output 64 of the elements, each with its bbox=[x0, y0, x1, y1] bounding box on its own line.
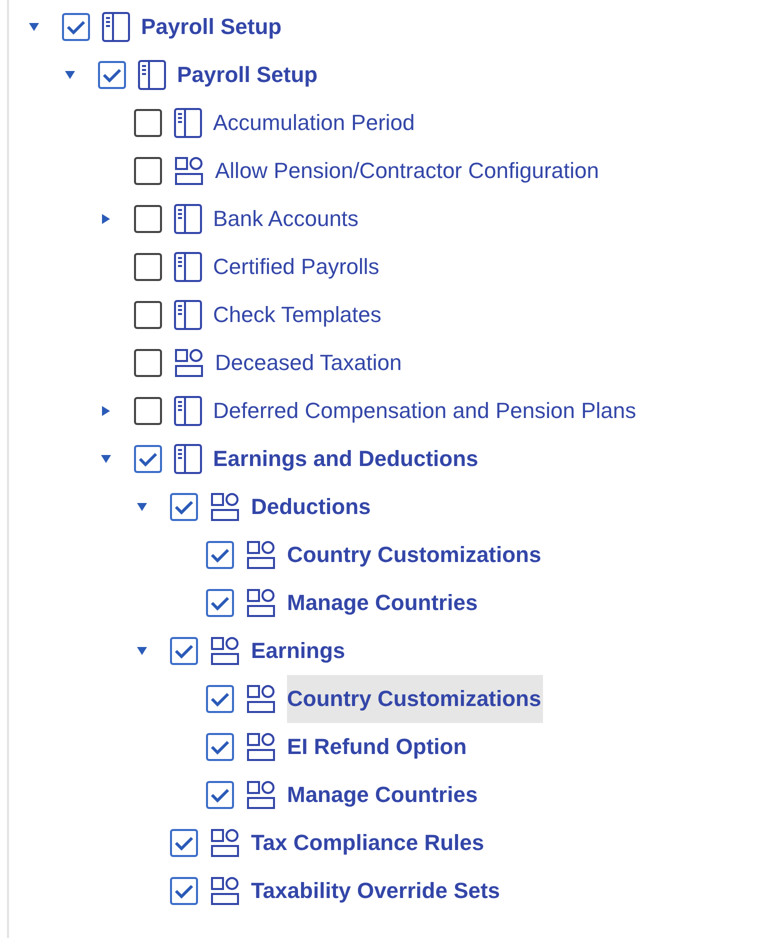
checkbox[interactable] bbox=[206, 781, 234, 809]
document-icon bbox=[102, 12, 130, 42]
checkbox[interactable] bbox=[134, 349, 162, 377]
shapes-icon bbox=[246, 540, 276, 570]
tree-item[interactable]: Payroll Setup bbox=[177, 51, 320, 99]
tree-item[interactable]: Deductions bbox=[251, 483, 373, 531]
checkbox[interactable] bbox=[206, 733, 234, 761]
checkbox[interactable] bbox=[134, 205, 162, 233]
tree-item[interactable]: Payroll Setup bbox=[141, 3, 284, 51]
collapse-triangle-icon[interactable] bbox=[100, 453, 112, 465]
expand-triangle-icon[interactable] bbox=[100, 405, 112, 417]
document-icon bbox=[174, 396, 202, 426]
tree-item[interactable]: Accumulation Period bbox=[213, 99, 417, 147]
shapes-icon bbox=[210, 876, 240, 906]
checkbox[interactable] bbox=[170, 493, 198, 521]
checkbox[interactable] bbox=[134, 157, 162, 185]
collapse-triangle-icon[interactable] bbox=[136, 645, 148, 657]
checkbox[interactable] bbox=[98, 61, 126, 89]
tree-item[interactable]: Certified Payrolls bbox=[213, 243, 382, 291]
shapes-icon bbox=[210, 828, 240, 858]
checkbox[interactable] bbox=[206, 589, 234, 617]
document-icon bbox=[174, 300, 202, 330]
collapse-triangle-icon[interactable] bbox=[136, 501, 148, 513]
document-icon bbox=[138, 60, 166, 90]
tree-item[interactable]: Manage Countries bbox=[287, 771, 480, 819]
checkbox[interactable] bbox=[134, 109, 162, 137]
document-icon bbox=[174, 252, 202, 282]
checkbox[interactable] bbox=[134, 301, 162, 329]
tree-item[interactable]: Taxability Override Sets bbox=[251, 867, 502, 915]
tree-item[interactable]: Earnings and Deductions bbox=[213, 435, 480, 483]
checkbox[interactable] bbox=[170, 829, 198, 857]
tree-item[interactable]: Deceased Taxation bbox=[215, 339, 404, 387]
shapes-icon bbox=[246, 732, 276, 762]
checkbox[interactable] bbox=[62, 13, 90, 41]
checkbox[interactable] bbox=[170, 637, 198, 665]
expand-triangle-icon[interactable] bbox=[100, 213, 112, 225]
document-icon bbox=[174, 444, 202, 474]
checkbox[interactable] bbox=[134, 397, 162, 425]
tree-item[interactable]: EI Refund Option bbox=[287, 723, 469, 771]
checkbox[interactable] bbox=[206, 541, 234, 569]
collapse-triangle-icon[interactable] bbox=[28, 21, 40, 33]
document-icon bbox=[174, 108, 202, 138]
tree-item[interactable]: Allow Pension/Contractor Configuration bbox=[215, 147, 601, 195]
checkbox[interactable] bbox=[206, 685, 234, 713]
shapes-icon bbox=[210, 636, 240, 666]
checkbox[interactable] bbox=[134, 253, 162, 281]
tree-item[interactable]: Tax Compliance Rules bbox=[251, 819, 486, 867]
tree-item[interactable]: Manage Countries bbox=[287, 579, 480, 627]
shapes-icon bbox=[246, 684, 276, 714]
shapes-icon bbox=[210, 492, 240, 522]
checkbox[interactable] bbox=[134, 445, 162, 473]
shapes-icon bbox=[246, 588, 276, 618]
shapes-icon bbox=[174, 348, 204, 378]
tree-item[interactable]: Check Templates bbox=[213, 291, 384, 339]
tree-item[interactable]: Bank Accounts bbox=[213, 195, 361, 243]
shapes-icon bbox=[246, 780, 276, 810]
checkbox[interactable] bbox=[170, 877, 198, 905]
tree-item[interactable]: Deferred Compensation and Pension Plans bbox=[213, 387, 638, 435]
tree-item[interactable]: Country Customizations bbox=[287, 675, 544, 723]
collapse-triangle-icon[interactable] bbox=[64, 69, 76, 81]
tree-item[interactable]: Country Customizations bbox=[287, 531, 544, 579]
tree-item[interactable]: Earnings bbox=[251, 627, 348, 675]
document-icon bbox=[174, 204, 202, 234]
shapes-icon bbox=[174, 156, 204, 186]
